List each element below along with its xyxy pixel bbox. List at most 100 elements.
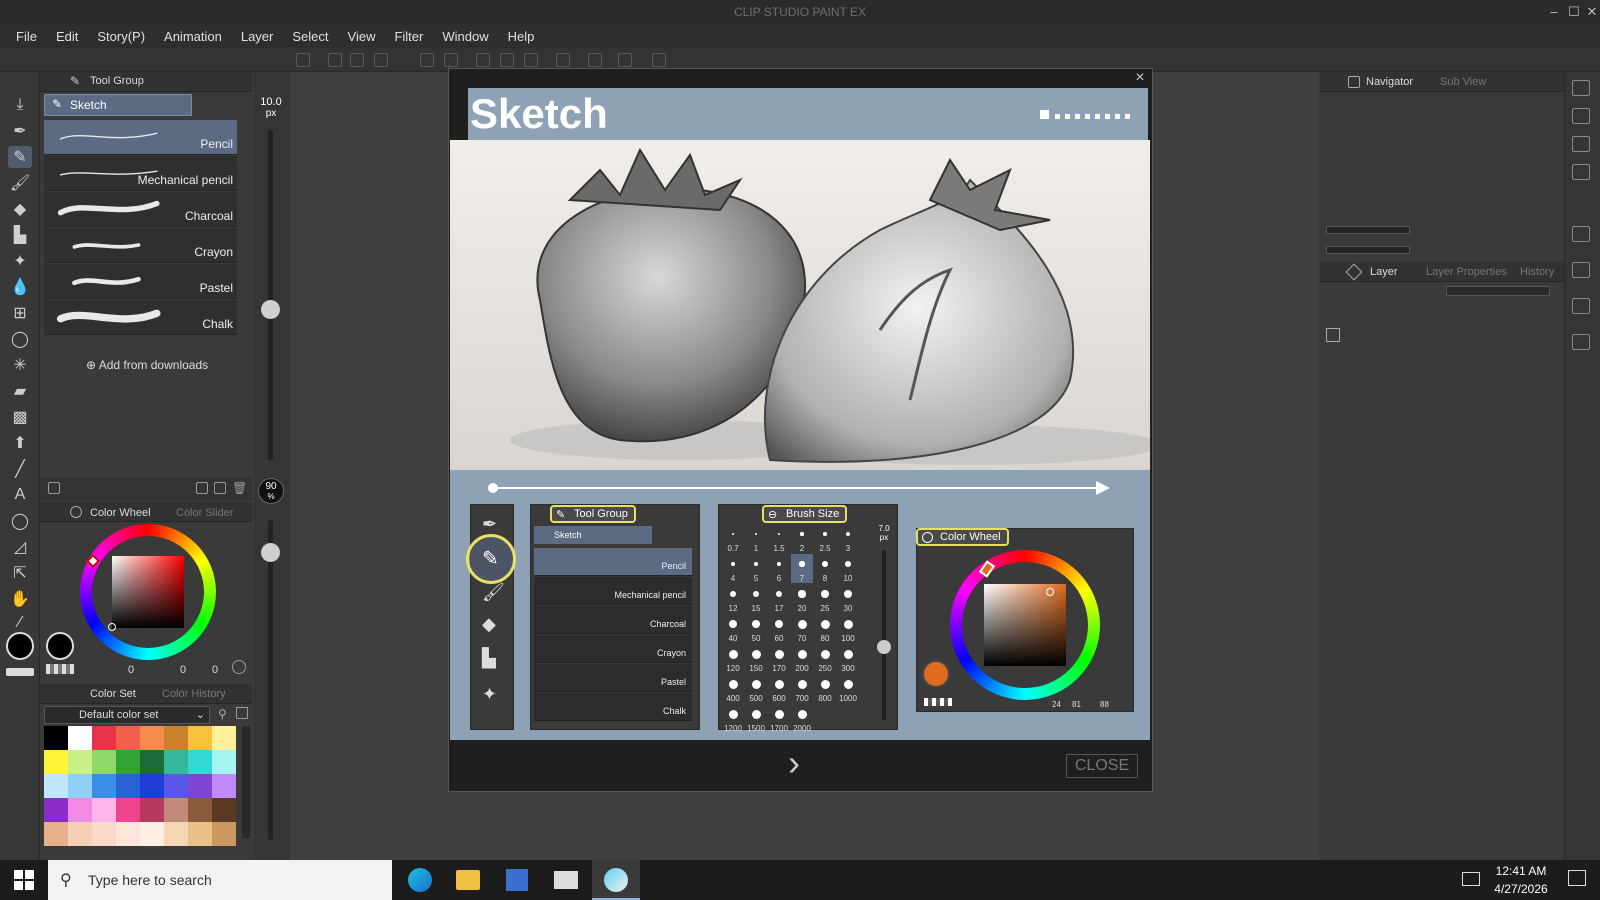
object-tool-icon[interactable]: ⬆: [8, 432, 32, 454]
main-color-swatch[interactable]: [46, 632, 74, 660]
hand-tool-icon[interactable]: ✋: [8, 588, 32, 610]
balloon-tool-icon[interactable]: ◯: [8, 510, 32, 532]
add-from-downloads-button[interactable]: ⊕ Add from downloads: [86, 358, 246, 372]
color-swatch[interactable]: [164, 822, 188, 846]
color-swatch[interactable]: [212, 726, 236, 750]
color-swatch[interactable]: [116, 822, 140, 846]
subtool-crayon[interactable]: Crayon: [44, 228, 237, 263]
correct-line-tool-icon[interactable]: ⇱: [8, 562, 32, 584]
fill-icon[interactable]: [500, 53, 514, 67]
eyedropper-tool-icon[interactable]: ⁄: [8, 612, 32, 634]
decoration-tool-icon[interactable]: ✦: [8, 250, 32, 272]
swatch-scrollbar[interactable]: [242, 726, 250, 838]
panel-icon-1[interactable]: [1572, 80, 1590, 96]
close-window-icon[interactable]: ✕: [1582, 2, 1600, 22]
rotate-slider[interactable]: [1326, 246, 1410, 254]
subview-tab[interactable]: Sub View: [1440, 76, 1486, 88]
color-swatch[interactable]: [68, 822, 92, 846]
close-button[interactable]: CLOSE: [1066, 754, 1138, 778]
menu-select[interactable]: Select: [284, 29, 336, 44]
color-swatch[interactable]: [68, 750, 92, 774]
menu-layer[interactable]: Layer: [233, 29, 282, 44]
color-swatch[interactable]: [140, 822, 164, 846]
color-slider-tab[interactable]: Color Slider: [176, 507, 233, 519]
layer-properties-tab[interactable]: Layer Properties: [1426, 266, 1507, 278]
pencil-tool-icon[interactable]: ✎: [8, 146, 32, 168]
sv-square[interactable]: [112, 556, 184, 628]
undo-icon[interactable]: [420, 53, 434, 67]
clock-time[interactable]: 12:41 AM: [1486, 864, 1556, 878]
color-swatch[interactable]: [116, 726, 140, 750]
color-swatch[interactable]: [68, 774, 92, 798]
trash-icon[interactable]: 🗑: [232, 482, 247, 494]
color-swatch[interactable]: [116, 774, 140, 798]
clock-date[interactable]: 4/27/2026: [1486, 882, 1556, 896]
clear-icon[interactable]: [524, 53, 538, 67]
color-swatch[interactable]: [44, 726, 68, 750]
history-tab[interactable]: History: [1520, 266, 1554, 278]
menu-filter[interactable]: Filter: [386, 29, 431, 44]
file-explorer-icon[interactable]: [456, 870, 480, 890]
eraser-tool-icon[interactable]: ◆: [8, 198, 32, 220]
color-swatch[interactable]: [92, 822, 116, 846]
lasso-tool-icon[interactable]: ◯: [8, 328, 32, 350]
subtool-charcoal[interactable]: Charcoal: [44, 192, 237, 227]
menu-animation[interactable]: Animation: [156, 29, 230, 44]
color-swatch[interactable]: [44, 798, 68, 822]
color-swatch[interactable]: [188, 774, 212, 798]
add-color-icon[interactable]: [236, 707, 248, 719]
color-swatch[interactable]: [92, 798, 116, 822]
menu-storyp[interactable]: Story(P): [89, 29, 153, 44]
color-swatch[interactable]: [68, 798, 92, 822]
brush-effect-icon[interactable]: [476, 53, 490, 67]
opacity-field[interactable]: [1446, 286, 1550, 296]
menu-edit[interactable]: Edit: [48, 29, 86, 44]
open-file-icon[interactable]: [350, 53, 364, 67]
navigator-tab[interactable]: Navigator: [1366, 76, 1413, 88]
subtool-pastel[interactable]: Pastel: [44, 264, 237, 299]
menu-help[interactable]: Help: [500, 29, 543, 44]
fill-tool-icon[interactable]: ▰: [8, 380, 32, 402]
edge-icon[interactable]: [408, 868, 432, 892]
color-swatch[interactable]: [68, 726, 92, 750]
brush-size-knob[interactable]: [261, 300, 280, 319]
window-icon[interactable]: [652, 53, 666, 67]
menu-file[interactable]: File: [8, 29, 45, 44]
magic-wand-icon[interactable]: ✳: [8, 354, 32, 376]
main-color-icon[interactable]: [6, 632, 34, 660]
color-history-tab[interactable]: Color History: [162, 688, 226, 700]
color-set-dropdown[interactable]: Default color set ⌄: [44, 706, 210, 724]
color-swatch[interactable]: [92, 726, 116, 750]
frame-tool-icon[interactable]: ⊞: [8, 302, 32, 324]
tool-group-tab[interactable]: Tool Group: [90, 75, 144, 87]
subtool-chalk[interactable]: Chalk: [44, 300, 237, 335]
color-swatch[interactable]: [92, 774, 116, 798]
brush-size-track[interactable]: [268, 130, 273, 460]
cmd-icon[interactable]: [296, 53, 310, 67]
color-swatch[interactable]: [140, 774, 164, 798]
panel-icon-3[interactable]: [1572, 136, 1590, 152]
opacity-track[interactable]: [268, 520, 273, 840]
color-swatch[interactable]: [140, 798, 164, 822]
new-file-icon[interactable]: [328, 53, 342, 67]
menu-view[interactable]: View: [340, 29, 384, 44]
help-icon[interactable]: [618, 53, 632, 67]
color-swatch[interactable]: [188, 798, 212, 822]
flip-icon[interactable]: [556, 53, 570, 67]
text-tool-icon[interactable]: A: [8, 484, 32, 506]
next-page-icon[interactable]: ›: [788, 745, 808, 781]
notification-icon[interactable]: [1568, 870, 1586, 886]
airbrush-tool-icon[interactable]: ▙: [8, 224, 32, 246]
color-swatch[interactable]: [116, 798, 140, 822]
color-swatch[interactable]: [164, 726, 188, 750]
color-swatch[interactable]: [44, 750, 68, 774]
layer-tab[interactable]: Layer: [1370, 266, 1398, 278]
color-set-tab[interactable]: Color Set: [90, 688, 136, 700]
color-swatch[interactable]: [188, 750, 212, 774]
color-swatch[interactable]: [164, 774, 188, 798]
color-swatch[interactable]: [212, 822, 236, 846]
layer-panel-icon[interactable]: [1326, 328, 1340, 342]
panel-icon-2[interactable]: [1572, 108, 1590, 124]
color-swatch[interactable]: [44, 774, 68, 798]
network-icon[interactable]: [1462, 872, 1480, 886]
